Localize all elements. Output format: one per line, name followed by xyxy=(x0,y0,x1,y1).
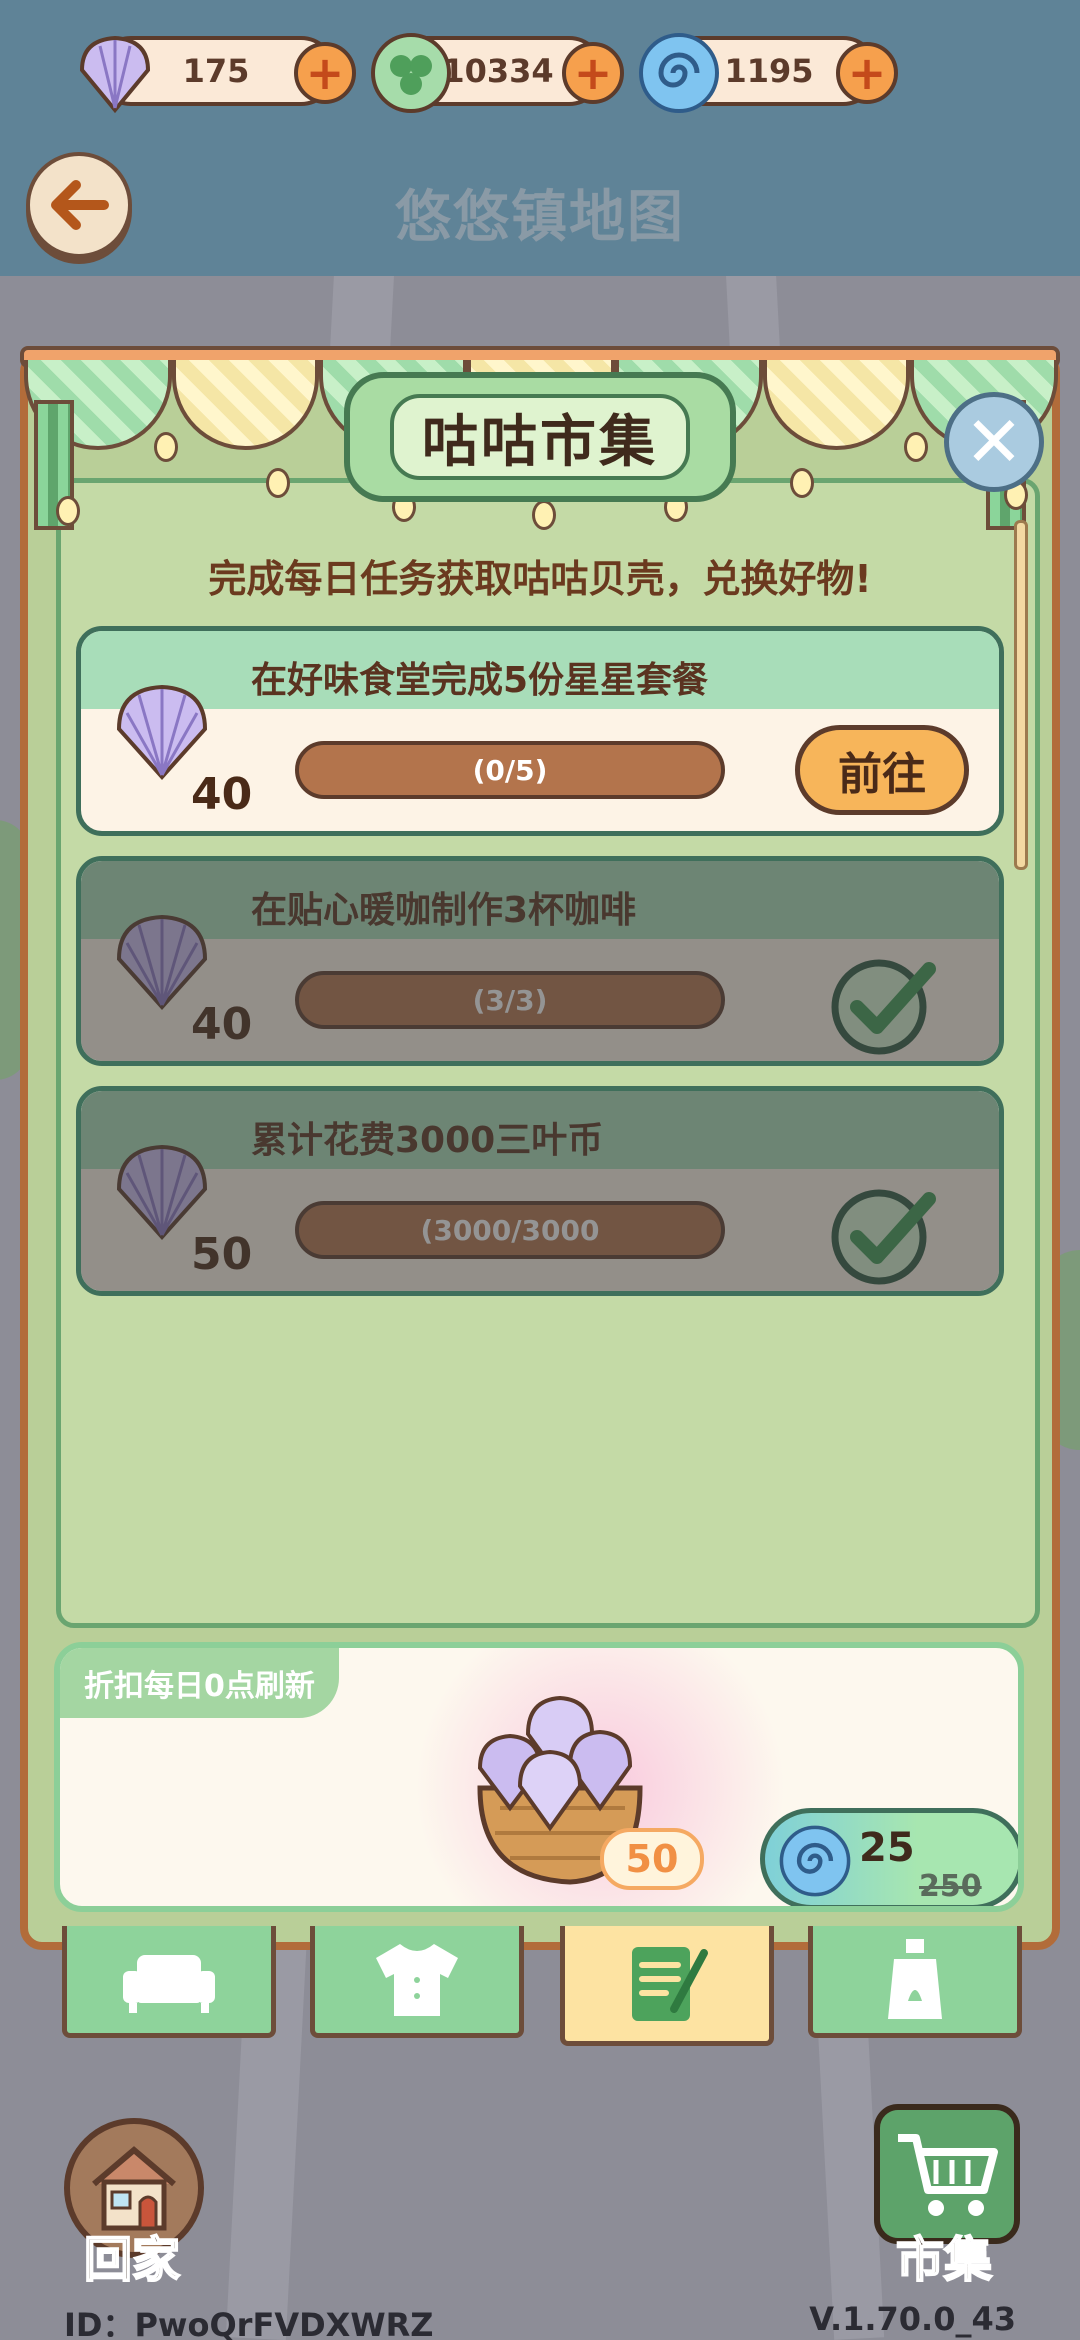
currency-clover: 10334 + xyxy=(371,33,624,113)
shell-icon xyxy=(116,684,208,780)
light-bulb xyxy=(266,468,290,498)
close-icon: ✕ xyxy=(964,401,1024,483)
shirt-icon xyxy=(376,1943,458,2016)
currency-amount: 10334 xyxy=(442,52,554,90)
market-title: 咕咕市集 xyxy=(390,394,690,480)
cart-icon xyxy=(898,2134,998,2216)
light-bulb xyxy=(532,500,556,530)
task-reward: 40 xyxy=(191,769,253,820)
light-bulb xyxy=(790,468,814,498)
discount-offer: 折扣每日0点刷新 50 25 250 xyxy=(54,1642,1024,1912)
task-title: 累计花费3000三叶币 xyxy=(251,1120,604,1161)
awning-flap xyxy=(762,360,911,450)
close-button[interactable]: ✕ xyxy=(944,392,1044,492)
notepad-icon xyxy=(632,1946,708,2021)
currency-shell: 175 + xyxy=(79,35,356,114)
shell-icon xyxy=(116,914,208,1010)
task-reward: 40 xyxy=(191,999,253,1050)
sofa-icon xyxy=(123,1954,215,2013)
task-progress: (3000/3000 xyxy=(295,1201,725,1259)
task-header xyxy=(81,861,999,939)
swirl-icon xyxy=(639,33,719,113)
tab-furniture[interactable] xyxy=(62,1926,276,2038)
bottle-icon xyxy=(888,1938,942,2019)
market-subtitle: 完成每日任务获取咕咕贝壳，兑换好物! xyxy=(208,557,872,601)
add-shell-button[interactable]: + xyxy=(294,42,356,104)
task-card: 在好味食堂完成5份星星套餐 40 (0/5) 前往 xyxy=(76,626,1004,836)
add-swirl-button[interactable]: + xyxy=(836,42,898,104)
currency-swirl: 1195 + xyxy=(639,33,898,113)
light-bulb xyxy=(154,432,178,462)
add-clover-button[interactable]: + xyxy=(562,42,624,104)
home-label: 回家 xyxy=(83,2231,181,2289)
task-card: 在贴心暖咖制作3杯咖啡 40 (3/3) xyxy=(76,856,1004,1066)
offer-quantity: 50 xyxy=(600,1828,704,1890)
market-title-badge: 咕咕市集 xyxy=(344,372,736,502)
task-header xyxy=(81,1091,999,1169)
buy-offer-button[interactable]: 25 250 xyxy=(760,1808,1018,1906)
player-id: ID：PwoQrFVDXWRZ xyxy=(64,2306,434,2340)
task-title: 在好味食堂完成5份星星套餐 xyxy=(251,660,709,701)
tab-items[interactable] xyxy=(808,1926,1022,2038)
light-bulb xyxy=(904,432,928,462)
awning-flap xyxy=(171,360,320,450)
map-title: 悠悠镇地图 xyxy=(395,185,685,250)
currency-amount: 1195 xyxy=(724,52,814,90)
go-button[interactable]: 前往 xyxy=(795,725,969,815)
swirl-icon xyxy=(779,1825,851,1897)
discount-refresh-label: 折扣每日0点刷新 xyxy=(60,1648,339,1718)
check-icon xyxy=(831,959,936,1055)
tab-clothing[interactable] xyxy=(310,1926,524,2038)
market-label: 市集 xyxy=(895,2231,993,2289)
app-version: V.1.70.0_43 xyxy=(809,2300,1016,2338)
shell-icon xyxy=(79,35,151,114)
light-bulb xyxy=(56,496,80,526)
check-icon xyxy=(831,1189,936,1285)
task-progress: (0/5) xyxy=(295,741,725,799)
task-card: 累计花费3000三叶币 50 (3000/3000 xyxy=(76,1086,1004,1296)
task-progress: (3/3) xyxy=(295,971,725,1029)
task-reward: 50 xyxy=(191,1229,253,1280)
currency-amount: 175 xyxy=(182,52,250,90)
tab-tasks[interactable] xyxy=(560,1926,774,2046)
shell-icon xyxy=(116,1144,208,1240)
clover-icon xyxy=(371,33,451,113)
offer-price: 25 xyxy=(859,1825,915,1871)
task-title: 在贴心暖咖制作3杯咖啡 xyxy=(251,890,637,931)
offer-original-price: 250 xyxy=(919,1869,982,1904)
